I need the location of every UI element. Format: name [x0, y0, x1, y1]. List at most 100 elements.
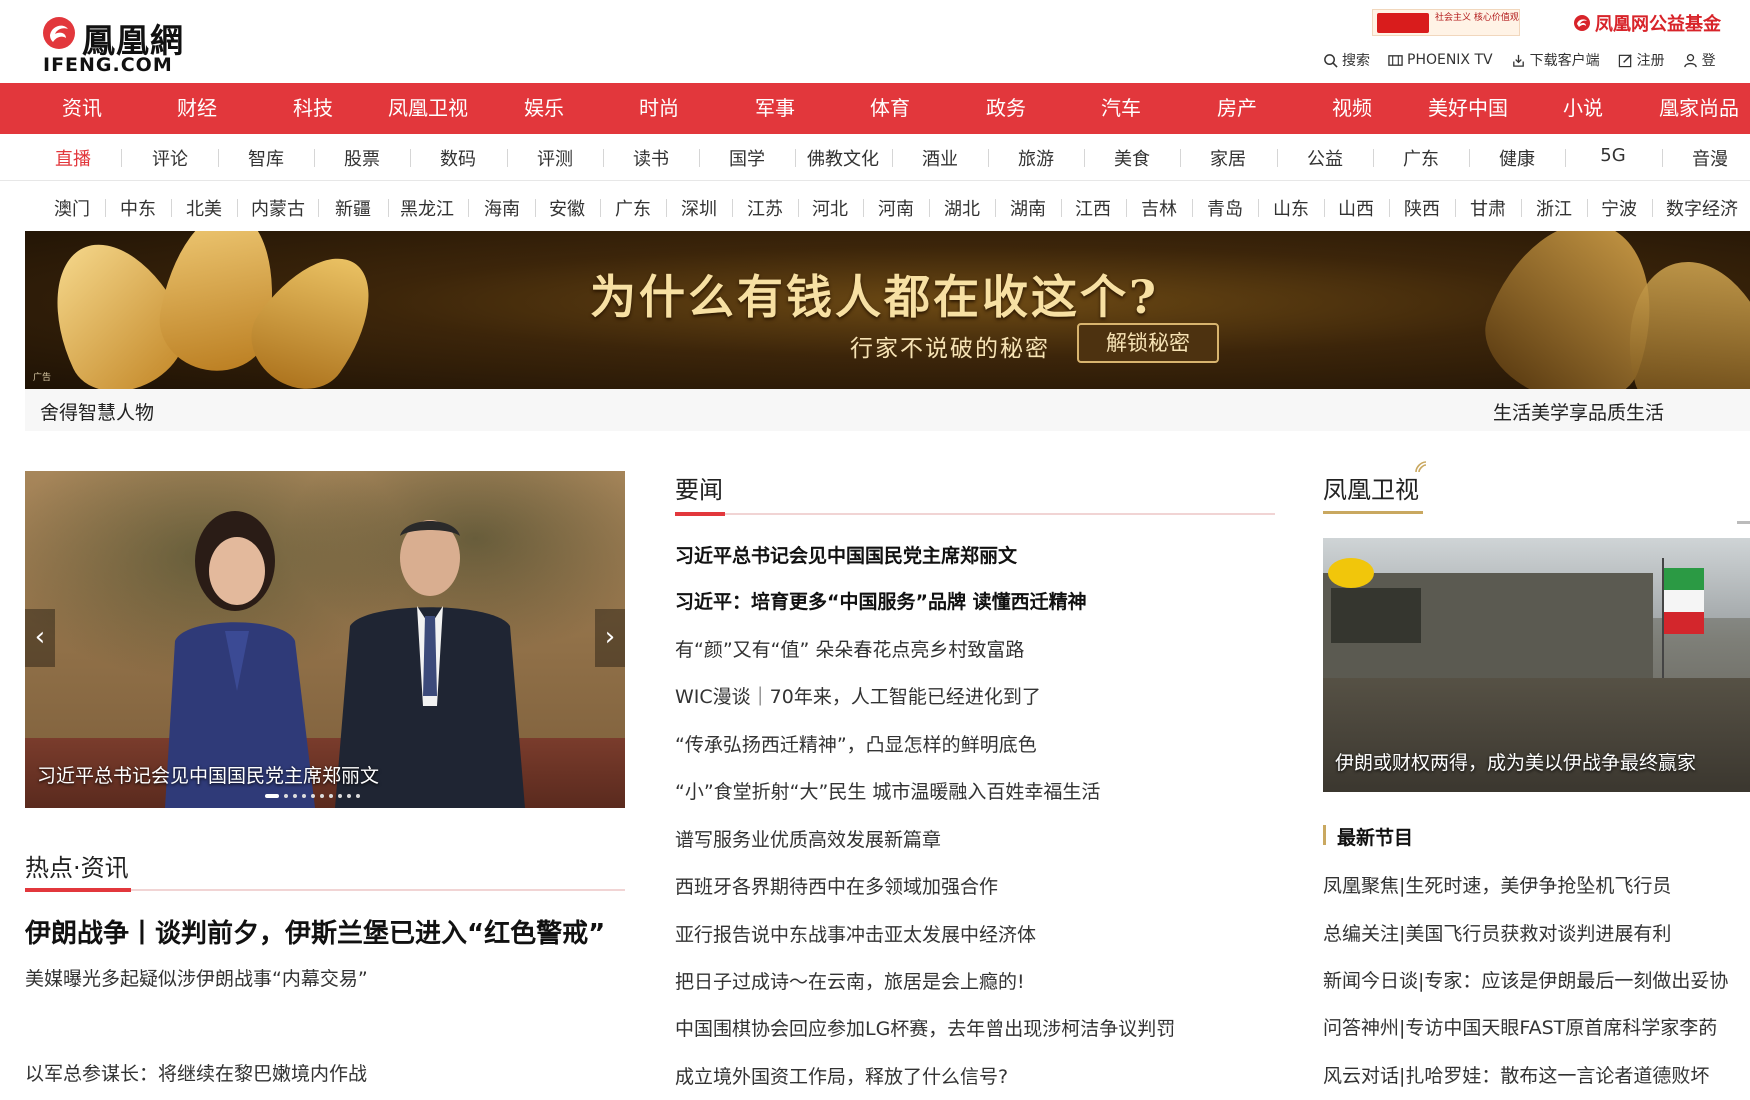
main-nav-item[interactable]: 军事: [755, 83, 795, 134]
region-nav-item[interactable]: 深圳: [681, 195, 717, 221]
main-nav-item[interactable]: 房产: [1217, 83, 1257, 134]
news-item[interactable]: 谱写服务业优质高效发展新篇章: [675, 825, 941, 852]
sub-nav-item[interactable]: 美食: [1114, 145, 1150, 171]
phoenix-tv-video[interactable]: 伊朗或财权两得，成为美以伊战争最终赢家: [1323, 538, 1750, 792]
sub-nav-item[interactable]: 旅游: [1018, 145, 1054, 171]
region-nav-item[interactable]: 吉林: [1141, 195, 1177, 221]
download-client-link[interactable]: 下载客户端: [1511, 50, 1600, 70]
region-nav-item[interactable]: 宁波: [1601, 195, 1637, 221]
slider-dot[interactable]: [302, 794, 306, 798]
news-item[interactable]: “传承弘扬西迁精神”，凸显怎样的鲜明底色: [675, 730, 1037, 757]
program-item[interactable]: 总编关注|美国飞行员获救对谈判进展有利: [1323, 919, 1671, 946]
region-nav-item[interactable]: 湖南: [1010, 195, 1046, 221]
tv-video-caption[interactable]: 伊朗或财权两得，成为美以伊战争最终赢家: [1335, 748, 1696, 775]
region-nav-item[interactable]: 安徽: [549, 195, 585, 221]
news-item[interactable]: 把日子过成诗～在云南，旅居是会上瘾的!: [675, 967, 1025, 994]
news-item[interactable]: 西班牙各界期待西中在多领域加强合作: [675, 872, 998, 899]
sub-nav-item[interactable]: 数码: [440, 145, 476, 171]
region-nav-item[interactable]: 新疆: [335, 195, 371, 221]
sub-nav-item[interactable]: 公益: [1307, 145, 1343, 171]
news-item[interactable]: 成立境外国资工作局，释放了什么信号?: [675, 1062, 1008, 1089]
sub-nav-item[interactable]: 5G: [1600, 145, 1625, 166]
login-link[interactable]: 登: [1683, 50, 1716, 70]
main-nav-item[interactable]: 美好中国: [1428, 83, 1508, 134]
hot-subheadline[interactable]: 美媒曝光多起疑似涉伊朗战事“内幕交易”: [25, 964, 368, 991]
sub-nav-item[interactable]: 健康: [1499, 145, 1535, 171]
region-nav-item[interactable]: 北美: [186, 195, 222, 221]
region-nav-item[interactable]: 陕西: [1404, 195, 1440, 221]
region-nav-item[interactable]: 山西: [1338, 195, 1374, 221]
main-nav-item[interactable]: 凤凰卫视: [388, 83, 468, 134]
sub-nav-item[interactable]: 广东: [1403, 145, 1439, 171]
ifeng-logo[interactable]: 鳳凰網 IFENG.COM: [40, 12, 210, 76]
sub-nav-item[interactable]: 酒业: [922, 145, 958, 171]
sub-nav-item-live[interactable]: 直播: [55, 145, 91, 171]
main-nav-item[interactable]: 视频: [1332, 83, 1372, 134]
program-item[interactable]: 问答神州|专访中国天眼FAST原首席科学家李菂: [1323, 1013, 1717, 1040]
program-item[interactable]: 风云对话|扎哈罗娃：散布这一言论者道德败坏: [1323, 1061, 1709, 1088]
sub-nav-item[interactable]: 佛教文化: [807, 145, 879, 171]
slider-prev-button[interactable]: ‹: [25, 609, 55, 667]
slider-dot[interactable]: [320, 794, 324, 798]
news-item[interactable]: “小”食堂折射“大”民生 城市温暖融入百姓幸福生活: [675, 777, 1100, 804]
region-nav-item[interactable]: 内蒙古: [251, 195, 305, 221]
sub-nav-item[interactable]: 智库: [248, 145, 284, 171]
main-nav-item[interactable]: 汽车: [1101, 83, 1141, 134]
sub-nav-item[interactable]: 家居: [1210, 145, 1246, 171]
sub-nav-item[interactable]: 评论: [152, 145, 188, 171]
slider-caption[interactable]: 习近平总书记会见中国国民党主席郑丽文: [37, 761, 379, 788]
hot-headline[interactable]: 伊朗战争丨谈判前夕，伊斯兰堡已进入“红色警戒”: [25, 913, 605, 950]
region-nav-item[interactable]: 湖北: [944, 195, 980, 221]
phoenix-tv-link[interactable]: PHOENIX TV: [1388, 50, 1493, 70]
slider-dot[interactable]: [284, 794, 288, 798]
slider-dot[interactable]: [338, 794, 342, 798]
main-nav-item[interactable]: 时尚: [639, 83, 679, 134]
main-nav-item[interactable]: 凰家尚品: [1659, 83, 1739, 134]
main-nav-item[interactable]: 体育: [870, 83, 910, 134]
region-nav-item[interactable]: 青岛: [1207, 195, 1243, 221]
slider-dot[interactable]: [265, 794, 279, 798]
region-nav-item[interactable]: 中东: [120, 195, 156, 221]
charity-fund-link[interactable]: 凤凰网公益基金: [1573, 10, 1721, 36]
news-item[interactable]: 亚行报告说中东战事冲击亚太发展中经济体: [675, 920, 1036, 947]
news-item[interactable]: 习近平：培育更多“中国服务”品牌 读懂西迁精神: [675, 587, 1087, 614]
region-nav-item[interactable]: 江苏: [747, 195, 783, 221]
sub-nav-item[interactable]: 股票: [344, 145, 380, 171]
region-nav-item[interactable]: 海南: [484, 195, 520, 221]
news-item[interactable]: 中国围棋协会回应参加LG杯赛，去年曾出现涉柯洁争议判罚: [675, 1014, 1175, 1041]
region-nav-item[interactable]: 河南: [878, 195, 914, 221]
slider-dot[interactable]: [311, 794, 315, 798]
main-nav-item[interactable]: 资讯: [62, 83, 102, 134]
main-nav-item[interactable]: 小说: [1563, 83, 1603, 134]
sub-nav-item[interactable]: 评测: [537, 145, 573, 171]
program-item[interactable]: 新闻今日谈|专家：应该是伊朗最后一刻做出妥协: [1323, 966, 1728, 993]
banner-strip-left-link[interactable]: 舍得智慧人物: [40, 398, 154, 425]
scrollbar-thumb[interactable]: [1737, 521, 1750, 524]
region-nav-item[interactable]: 江西: [1075, 195, 1111, 221]
slider-dot[interactable]: [293, 794, 297, 798]
news-item[interactable]: 习近平总书记会见中国国民党主席郑丽文: [675, 541, 1017, 568]
slider-next-button[interactable]: ›: [595, 609, 625, 667]
slider-dot[interactable]: [347, 794, 351, 798]
region-nav-item[interactable]: 数字经济: [1666, 195, 1738, 221]
headline-slider[interactable]: ‹ › 习近平总书记会见中国国民党主席郑丽文: [25, 471, 625, 808]
slider-dot[interactable]: [329, 794, 333, 798]
main-nav-item[interactable]: 娱乐: [524, 83, 564, 134]
region-nav-item[interactable]: 广东: [615, 195, 651, 221]
core-values-promo[interactable]: 社会主义 核心价值观: [1372, 9, 1520, 36]
search-link[interactable]: 搜索: [1323, 50, 1370, 70]
main-nav-item[interactable]: 财经: [177, 83, 217, 134]
main-nav-item[interactable]: 科技: [293, 83, 333, 134]
region-nav-item[interactable]: 山东: [1273, 195, 1309, 221]
program-item[interactable]: 凤凰聚焦|生死时速，美伊争抢坠机飞行员: [1323, 871, 1671, 898]
region-nav-item[interactable]: 甘肃: [1470, 195, 1506, 221]
region-nav-item[interactable]: 浙江: [1536, 195, 1572, 221]
unlock-secret-button[interactable]: 解锁秘密: [1077, 323, 1219, 363]
region-nav-item[interactable]: 黑龙江: [400, 195, 454, 221]
banner-ad[interactable]: 为什么有钱人都在收这个? 行家不说破的秘密 解锁秘密 广告: [25, 231, 1750, 389]
sub-nav-item[interactable]: 音漫: [1692, 145, 1728, 171]
sub-nav-item[interactable]: 国学: [729, 145, 765, 171]
main-nav-item[interactable]: 政务: [986, 83, 1026, 134]
news-item[interactable]: WIC漫谈｜70年来，人工智能已经进化到了: [675, 682, 1041, 709]
region-nav-item[interactable]: 澳门: [54, 195, 90, 221]
